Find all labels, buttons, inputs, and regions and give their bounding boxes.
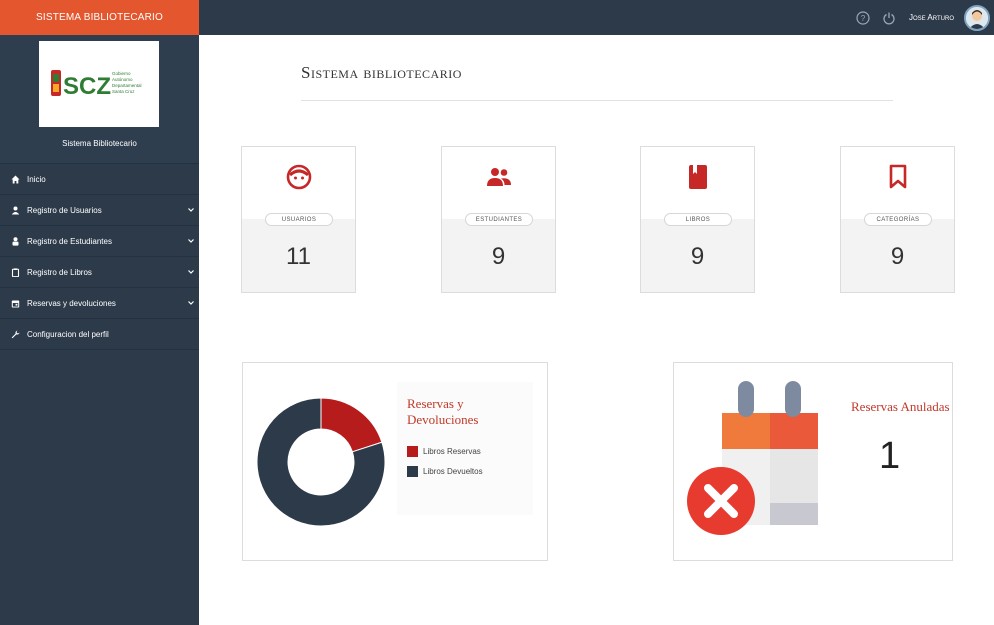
bookmark-icon xyxy=(889,164,907,195)
card-label: Estudiantes xyxy=(465,213,533,226)
legend-label: Libros Reservas xyxy=(423,447,481,456)
legend-item: Libros Devueltos xyxy=(407,466,483,477)
card-count: 9 xyxy=(890,243,905,270)
sidebar-item-label: Configuracion del perfil xyxy=(27,329,109,339)
username[interactable]: Jose Arturo xyxy=(909,13,954,22)
help-icon[interactable]: ? xyxy=(855,10,871,26)
card-label: Libros xyxy=(664,213,732,226)
brand-title[interactable]: SISTEMA BIBLIOTECARIO xyxy=(0,0,199,35)
clipboard-icon xyxy=(11,267,20,277)
wrench-icon xyxy=(11,330,20,339)
anuladas-count: 1 xyxy=(879,435,901,477)
sidebar-item-label: Registro de Libros xyxy=(27,267,92,277)
avatar[interactable] xyxy=(964,4,990,31)
chevron-down-icon[interactable] xyxy=(187,206,195,214)
power-icon[interactable] xyxy=(881,10,897,26)
users-icon xyxy=(486,166,512,193)
stat-card-categorias[interactable]: Categorías 9 xyxy=(840,146,955,293)
card-label: Usuarios xyxy=(265,213,333,226)
logo: SCZ Gobierno Autónomo Departamental Sant… xyxy=(39,41,159,127)
page-title: Sistema bibliotecario xyxy=(301,63,462,82)
stat-card-usuarios[interactable]: Usuarios 11 xyxy=(241,146,356,293)
sidebar-menu: Inicio Registro de Usuarios Registro de … xyxy=(0,164,199,350)
top-bar: ? Jose Arturo xyxy=(199,0,994,35)
face-icon xyxy=(286,164,312,195)
donut-slice-libros-reservas[interactable] xyxy=(320,397,383,453)
chevron-down-icon[interactable] xyxy=(187,299,195,307)
home-icon xyxy=(11,175,20,184)
donut-chart xyxy=(256,397,386,527)
chevron-down-icon[interactable] xyxy=(187,237,195,245)
logo-letters: SCZ xyxy=(63,73,111,100)
anuladas-title: Reservas Anuladas xyxy=(851,399,950,414)
student-icon xyxy=(11,236,20,246)
sidebar-item-label: Reservas y devoluciones xyxy=(27,298,116,308)
sidebar-item-label: Registro de Usuarios xyxy=(27,205,102,215)
chart-title: Reservas y Devoluciones xyxy=(407,396,479,427)
logo-line: Departamental xyxy=(112,83,142,88)
legend-item: Libros Reservas xyxy=(407,446,481,457)
legend-label: Libros Devueltos xyxy=(423,467,483,476)
calendar-icon xyxy=(11,299,20,308)
chevron-down-icon[interactable] xyxy=(187,268,195,276)
title-divider xyxy=(301,100,893,101)
sidebar-item-registro-usuarios[interactable]: Registro de Usuarios xyxy=(0,195,199,226)
card-count: 9 xyxy=(491,243,506,270)
sidebar-header: SCZ Gobierno Autónomo Departamental Sant… xyxy=(0,35,199,164)
sidebar-item-inicio[interactable]: Inicio xyxy=(0,164,199,195)
book-icon xyxy=(688,164,708,195)
reservas-chart-panel: Reservas y Devoluciones Libros Reservas … xyxy=(242,362,548,561)
legend-swatch xyxy=(407,446,418,457)
reservas-anuladas-panel: Reservas Anuladas 1 xyxy=(673,362,953,561)
sidebar-title: Sistema Bibliotecario xyxy=(62,139,137,148)
stat-card-libros[interactable]: Libros 9 xyxy=(640,146,755,293)
chart-legend: Reservas y Devoluciones Libros Reservas … xyxy=(397,382,533,515)
card-label: Categorías xyxy=(864,213,932,226)
top-bar-actions: ? Jose Arturo xyxy=(855,0,990,35)
legend-swatch xyxy=(407,466,418,477)
user-icon xyxy=(11,206,20,215)
sidebar-item-label: Registro de Estudiantes xyxy=(27,236,112,246)
card-count: 9 xyxy=(690,243,705,270)
sidebar-item-reservas[interactable]: Reservas y devoluciones xyxy=(0,288,199,319)
sidebar-item-label: Inicio xyxy=(27,174,46,184)
logo-line: Santa Cruz xyxy=(112,89,135,94)
sidebar-item-registro-estudiantes[interactable]: Registro de Estudiantes xyxy=(0,226,199,257)
card-count: 11 xyxy=(286,243,311,270)
logo-line: Autónomo xyxy=(112,77,133,82)
sidebar-item-registro-libros[interactable]: Registro de Libros xyxy=(0,257,199,288)
svg-text:?: ? xyxy=(861,14,866,23)
calendar-cancel-icon xyxy=(684,377,824,552)
sidebar-item-configuracion[interactable]: Configuracion del perfil xyxy=(0,319,199,350)
logo-line: Gobierno xyxy=(112,71,131,76)
sidebar: SCZ Gobierno Autónomo Departamental Sant… xyxy=(0,35,199,625)
stat-card-estudiantes[interactable]: Estudiantes 9 xyxy=(441,146,556,293)
